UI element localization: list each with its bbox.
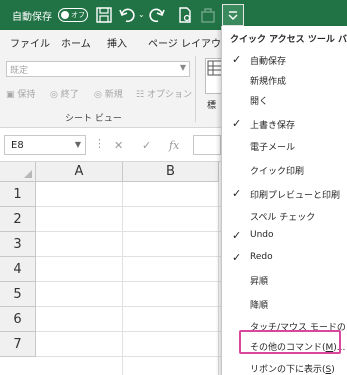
chevron-down-icon: ▼ <box>179 63 186 72</box>
menu-item-email[interactable]: 電子メール <box>222 136 347 156</box>
menu-item-spell-check[interactable]: スペル チェック <box>222 206 347 226</box>
menu-item-sort-ascending[interactable]: 昇順 <box>222 270 347 290</box>
formula-bar-grip-icon: ⋮ <box>94 137 105 150</box>
show-below-suffix: ) <box>331 365 335 375</box>
new-view-button[interactable]: ◎ 新規 <box>94 87 123 100</box>
row-header-3[interactable]: 3 <box>0 232 36 257</box>
autosave-state: オフ <box>71 11 85 19</box>
keep-icon: ▣ <box>6 90 18 100</box>
row-header-4[interactable]: 4 <box>0 257 36 282</box>
menu-item-label: 上書き保存 <box>250 121 296 131</box>
disabled-quick-command-icon <box>201 8 215 23</box>
checkmark-icon: ✓ <box>232 53 242 66</box>
options-icon: ☷ <box>136 90 147 100</box>
insert-function-icon[interactable]: fx <box>169 139 179 152</box>
menu-item-label: 印刷プレビューと印刷 <box>250 191 341 201</box>
column-gridline <box>122 182 123 375</box>
menu-item-label: 昇順 <box>250 277 269 287</box>
menu-item-label: 電子メール <box>250 143 296 153</box>
column-header-b[interactable]: B <box>123 162 219 182</box>
menu-item-label: 開く <box>250 97 269 107</box>
more-commands-highlight-box <box>239 330 341 354</box>
select-all-button[interactable] <box>0 162 36 182</box>
menu-item-label: スペル チェック <box>250 213 316 223</box>
menu-item-label: Undo <box>250 230 274 240</box>
name-box-value: E8 <box>11 140 24 151</box>
menu-item-label: 降順 <box>250 301 269 311</box>
menu-item-show-below-ribbon[interactable]: リボンの下に表示(S) <box>222 358 347 375</box>
undo-icon[interactable] <box>118 6 136 24</box>
checkmark-icon: ✓ <box>232 187 242 200</box>
menu-item-label: クイック印刷 <box>250 167 305 177</box>
show-below-text: リボンの下に表示( <box>250 365 326 375</box>
options-button[interactable]: ☷ オプション <box>136 87 192 100</box>
menu-item-label: リボンの下に表示(S) <box>250 362 346 375</box>
menu-item-undo[interactable]: ✓ Undo <box>222 226 347 246</box>
enter-icon[interactable]: ✓ <box>142 139 151 152</box>
exit-icon: ◎ <box>50 90 61 100</box>
tab-file[interactable]: ファイル <box>10 35 50 50</box>
tab-page-layout[interactable]: ページ レイアウト <box>148 35 231 50</box>
options-label: オプション <box>146 90 192 100</box>
ribbon-group-divider <box>195 56 196 122</box>
menu-item-autosave[interactable]: ✓ 自動保存 <box>222 50 347 70</box>
undo-dropdown-chevron-icon[interactable]: ⌄ <box>138 10 145 19</box>
column-gridline <box>218 182 219 375</box>
chevron-down-icon: ▼ <box>74 140 81 149</box>
tab-insert[interactable]: 挿入 <box>107 35 127 50</box>
name-box[interactable]: E8 ▼ <box>4 135 86 155</box>
quick-access-customize-menu: クイック アクセス ツール バー ✓ 自動保存 新規作成 開く ✓ 上書き保存 … <box>221 26 347 375</box>
menu-item-new[interactable]: 新規作成 <box>222 70 347 90</box>
sheet-view-group-label: シート ビュー <box>65 114 122 124</box>
cancel-icon[interactable]: ✕ <box>114 139 123 152</box>
menu-item-sort-descending[interactable]: 降順 <box>222 294 347 314</box>
row-header-2[interactable]: 2 <box>0 207 36 232</box>
print-preview-icon[interactable] <box>176 6 194 24</box>
keep-button[interactable]: ▣ 保持 <box>6 87 35 100</box>
menu-item-label: 新規作成 <box>250 77 287 87</box>
row-header-1[interactable]: 1 <box>0 182 36 207</box>
new-view-icon: ◎ <box>94 90 105 100</box>
select-all-icon <box>24 170 32 178</box>
standard-view-label: 標 <box>207 101 217 111</box>
autosave-toggle[interactable]: オフ <box>58 8 88 22</box>
menu-item-print-preview[interactable]: ✓ 印刷プレビューと印刷 <box>222 184 347 204</box>
save-icon[interactable] <box>95 6 113 24</box>
column-header-a[interactable]: A <box>36 162 123 182</box>
menu-item-quick-print[interactable]: クイック印刷 <box>222 160 347 180</box>
menu-item-label: Redo <box>250 252 273 262</box>
checkmark-icon: ✓ <box>232 117 242 130</box>
keep-label: 保持 <box>17 90 36 100</box>
quick-access-more-icon <box>228 11 238 20</box>
checkmark-icon: ✓ <box>232 251 242 264</box>
toggle-knob <box>61 11 69 19</box>
row-header-5[interactable]: 5 <box>0 282 36 307</box>
exit-button[interactable]: ◎ 終了 <box>50 87 79 100</box>
checkmark-icon: ✓ <box>232 229 242 242</box>
menu-item-open[interactable]: 開く <box>222 90 347 110</box>
menu-item-redo[interactable]: ✓ Redo <box>222 248 347 268</box>
new-view-label: 新規 <box>104 90 123 100</box>
row-header-7[interactable]: 7 <box>0 332 36 357</box>
quick-access-more-button[interactable] <box>222 4 244 26</box>
tab-home[interactable]: ホーム <box>61 35 91 50</box>
sheet-view-dropdown[interactable]: 既定 ▼ <box>6 61 190 77</box>
row-header-6[interactable]: 6 <box>0 307 36 332</box>
redo-icon[interactable] <box>148 6 166 24</box>
formula-input[interactable] <box>193 135 221 155</box>
menu-item-label: 自動保存 <box>250 57 287 67</box>
exit-label: 終了 <box>60 90 79 100</box>
sheet-view-value: 既定 <box>10 66 29 76</box>
autosave-label: 自動保存 <box>12 12 52 23</box>
menu-item-save[interactable]: ✓ 上書き保存 <box>222 114 347 134</box>
menu-title: クイック アクセス ツール バー <box>230 35 347 45</box>
